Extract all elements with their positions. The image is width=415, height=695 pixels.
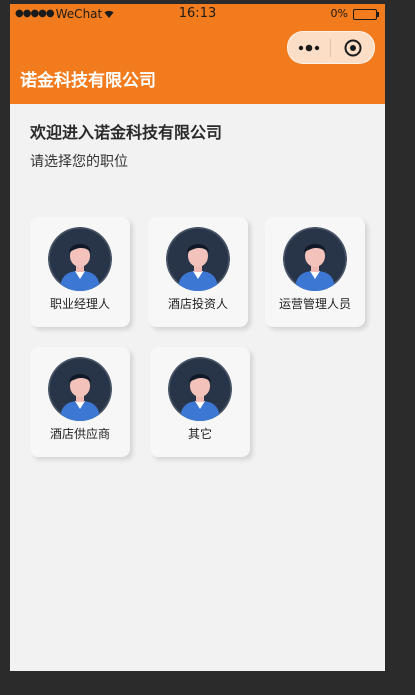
role-label: 其它 — [187, 427, 212, 441]
avatar — [48, 227, 112, 291]
role-label: 职业经理人 — [49, 297, 110, 311]
user-avatar-icon — [166, 227, 230, 291]
role-card-hotel-supplier[interactable]: 酒店供应商 — [30, 347, 130, 457]
battery-percentage: 0% — [330, 7, 348, 20]
avatar — [166, 227, 230, 291]
navigation-bar: 诺金科技有限公司 — [10, 24, 385, 104]
page-title: 诺金科技有限公司 — [20, 71, 156, 91]
status-bar: ●●●●● WeChat 16:13 0% — [10, 4, 385, 24]
user-avatar-icon — [48, 357, 112, 421]
role-card-operations-manager[interactable]: 运营管理人员 — [265, 217, 365, 327]
role-label: 酒店投资人 — [167, 297, 228, 311]
welcome-heading: 欢迎进入诺金科技有限公司 — [30, 123, 223, 142]
role-label: 运营管理人员 — [278, 297, 351, 311]
more-button[interactable] — [288, 32, 330, 63]
avatar — [168, 357, 232, 421]
role-card-hotel-investor[interactable]: 酒店投资人 — [148, 217, 248, 327]
more-dots-icon — [298, 44, 320, 51]
battery-icon — [353, 8, 379, 20]
role-card-manager[interactable]: 职业经理人 — [30, 217, 130, 327]
mini-program-capsule — [287, 31, 375, 64]
user-avatar-icon — [48, 227, 112, 291]
status-time: 16:13 — [178, 6, 217, 21]
close-mini-program-button[interactable] — [331, 32, 374, 63]
battery-group: 0% — [330, 7, 379, 20]
avatar — [283, 227, 347, 291]
avatar — [48, 357, 112, 421]
user-avatar-icon — [283, 227, 347, 291]
role-label: 酒店供应商 — [49, 427, 110, 441]
user-avatar-icon — [168, 357, 232, 421]
select-position-prompt: 请选择您的职位 — [30, 154, 128, 170]
phone-screen: ●●●●● WeChat 16:13 0% 诺金科技有限公司 欢迎进入诺金科技有… — [10, 4, 385, 671]
target-close-icon — [344, 39, 361, 56]
role-card-other[interactable]: 其它 — [150, 347, 250, 457]
